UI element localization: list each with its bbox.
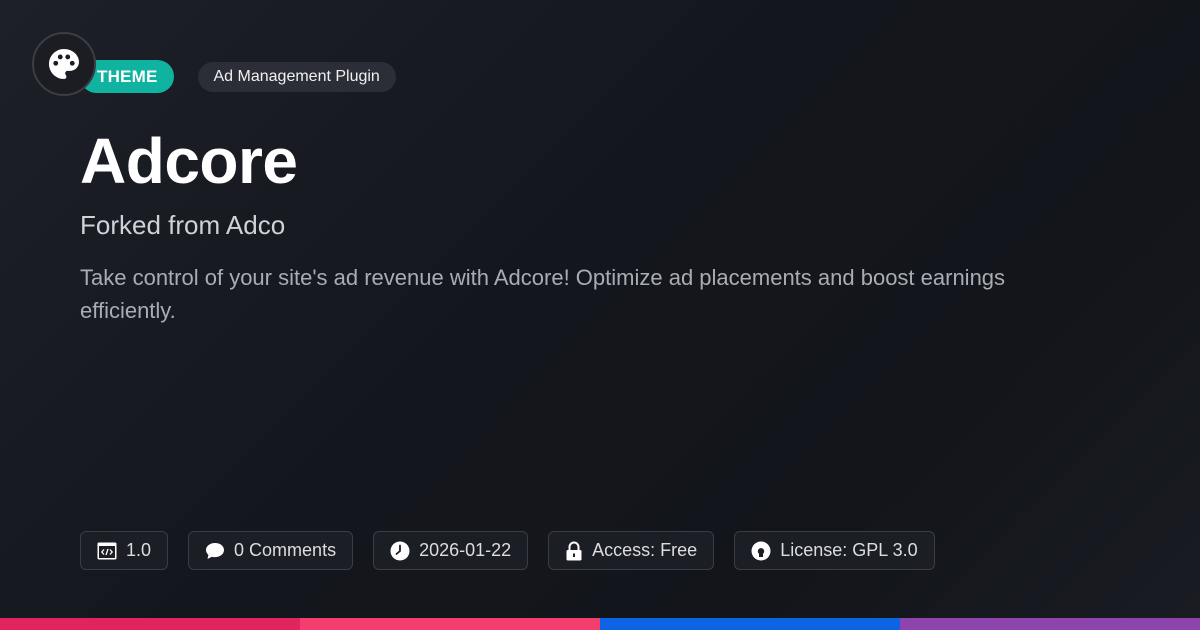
- open-source-icon: [751, 541, 771, 560]
- stripe-segment: [900, 618, 1200, 630]
- license-text: License: GPL 3.0: [780, 540, 918, 560]
- clock-icon: [390, 541, 410, 560]
- version-chip: 1.0: [80, 531, 169, 570]
- access-text: Access: Free: [592, 540, 698, 560]
- meta-row: 1.0 0 Comments 2026-01-22 Access: Free L…: [80, 531, 935, 570]
- access-chip: Access: Free: [548, 531, 715, 570]
- logo: [32, 32, 96, 96]
- page-title: Adcore: [80, 125, 298, 197]
- lock-icon: [566, 541, 582, 560]
- stripe-segment: [600, 618, 900, 630]
- comments-text: 0 Comments: [234, 540, 337, 560]
- page-description: Take control of your site's ad revenue w…: [80, 265, 1006, 323]
- date-text: 2026-01-22: [419, 540, 512, 560]
- tag-row: THEME Ad Management Plugin: [80, 60, 396, 93]
- comment-icon: [206, 542, 225, 559]
- palette-icon: [49, 49, 79, 79]
- comments-chip[interactable]: 0 Comments: [188, 531, 354, 570]
- license-chip: License: GPL 3.0: [734, 531, 935, 570]
- accent-stripe: [0, 618, 1200, 630]
- version-text: 1.0: [126, 540, 152, 560]
- stripe-segment: [0, 618, 300, 630]
- stripe-segment: [300, 618, 600, 630]
- category-tag[interactable]: Ad Management Plugin: [197, 61, 396, 92]
- page-subtitle: Forked from Adco: [80, 210, 286, 240]
- date-chip: 2026-01-22: [373, 531, 529, 570]
- code-window-icon: [97, 542, 117, 559]
